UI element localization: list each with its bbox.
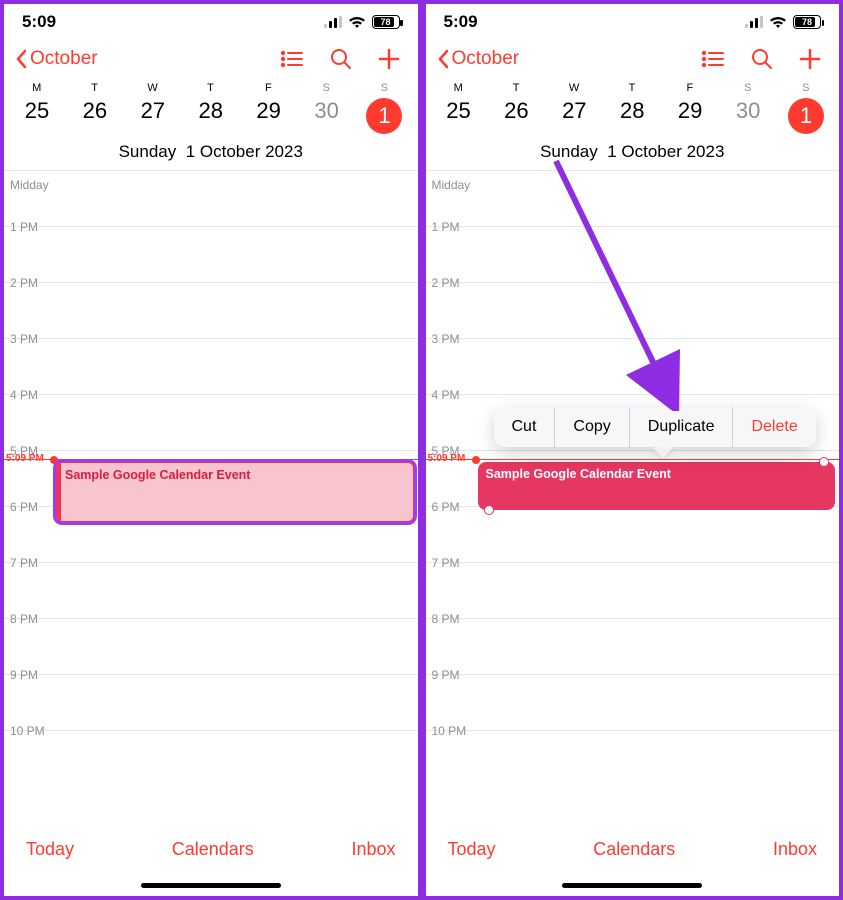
hour-label: 2 PM: [432, 276, 460, 290]
hour-label: 1 PM: [10, 220, 38, 234]
nav-bar: October: [426, 34, 840, 78]
day-col-thu[interactable]: T28: [603, 78, 661, 140]
status-right: 78: [324, 15, 400, 29]
day-col-fri[interactable]: F29: [661, 78, 719, 140]
calendars-button[interactable]: Calendars: [172, 839, 254, 860]
status-bar: 5:09 78: [426, 4, 840, 34]
chevron-left-icon: [14, 49, 28, 69]
chevron-left-icon: [436, 49, 450, 69]
calendar-event[interactable]: Sample Google Calendar Event: [56, 462, 414, 522]
day-col-mon[interactable]: M25: [8, 78, 66, 140]
search-icon[interactable]: [330, 48, 352, 70]
screenshot-left: 5:09 78 October: [0, 0, 422, 900]
status-right: 78: [745, 15, 821, 29]
day-col-sat[interactable]: S30: [719, 78, 777, 140]
hour-label: 7 PM: [10, 556, 38, 570]
list-icon[interactable]: [280, 50, 304, 68]
date-header: Sunday 1 October 2023: [426, 140, 840, 170]
hour-label: 9 PM: [10, 668, 38, 682]
resize-handle-bottom[interactable]: [484, 505, 494, 515]
hour-label: 7 PM: [432, 556, 460, 570]
wifi-icon: [769, 15, 787, 29]
back-label: October: [452, 48, 520, 70]
day-timeline[interactable]: Midday 1 PM 2 PM 3 PM 4 PM 5 PM 6 PM 7 P…: [426, 170, 840, 758]
hour-label: 10 PM: [432, 724, 467, 738]
hour-label: 9 PM: [432, 668, 460, 682]
day-col-sun[interactable]: S1: [777, 78, 835, 140]
day-col-sat[interactable]: S30: [298, 78, 356, 140]
day-col-wed[interactable]: W27: [545, 78, 603, 140]
battery-icon: 78: [793, 15, 821, 29]
back-label: October: [30, 48, 98, 70]
day-col-wed[interactable]: W27: [124, 78, 182, 140]
hour-label: 1 PM: [432, 220, 460, 234]
hour-label: 8 PM: [432, 612, 460, 626]
hour-label: 3 PM: [432, 332, 460, 346]
now-indicator: 5:09 PM: [426, 459, 840, 460]
list-icon[interactable]: [701, 50, 725, 68]
back-button[interactable]: October: [14, 48, 98, 70]
day-col-fri[interactable]: F29: [240, 78, 298, 140]
week-header: M25 T26 W27 T28 F29 S30 S1: [4, 78, 418, 140]
day-col-tue[interactable]: T26: [487, 78, 545, 140]
menu-copy[interactable]: Copy: [555, 407, 629, 447]
menu-duplicate[interactable]: Duplicate: [630, 407, 734, 447]
nav-bar: October: [4, 34, 418, 78]
day-timeline[interactable]: Midday 1 PM 2 PM 3 PM 4 PM 5 PM 6 PM 7 P…: [4, 170, 418, 758]
today-button[interactable]: Today: [26, 839, 74, 860]
inbox-button[interactable]: Inbox: [773, 839, 817, 860]
screenshot-right: 5:09 78 October: [422, 0, 843, 900]
cellular-icon: [324, 16, 342, 28]
week-header: M25 T26 W27 T28 F29 S30 S1: [426, 78, 840, 140]
hour-label: Midday: [432, 178, 471, 192]
now-indicator: 5:09 PM: [4, 459, 418, 460]
add-icon[interactable]: [378, 48, 400, 70]
hour-label: 10 PM: [10, 724, 45, 738]
calendar-event-selected[interactable]: Sample Google Calendar Event: [478, 462, 836, 510]
hour-label: Midday: [10, 178, 49, 192]
cellular-icon: [745, 16, 763, 28]
menu-cut[interactable]: Cut: [494, 407, 556, 447]
hour-label: 8 PM: [10, 612, 38, 626]
wifi-icon: [348, 15, 366, 29]
menu-delete[interactable]: Delete: [733, 407, 815, 447]
day-col-mon[interactable]: M25: [430, 78, 488, 140]
hour-label: 6 PM: [10, 500, 38, 514]
resize-handle-top[interactable]: [819, 457, 829, 467]
home-indicator[interactable]: [141, 883, 281, 888]
calendars-button[interactable]: Calendars: [593, 839, 675, 860]
inbox-button[interactable]: Inbox: [351, 839, 395, 860]
context-menu: Cut Copy Duplicate Delete: [494, 407, 816, 447]
day-col-thu[interactable]: T28: [182, 78, 240, 140]
date-header: Sunday 1 October 2023: [4, 140, 418, 170]
today-button[interactable]: Today: [448, 839, 496, 860]
hour-label: 4 PM: [10, 388, 38, 402]
search-icon[interactable]: [751, 48, 773, 70]
hour-label: 6 PM: [432, 500, 460, 514]
status-bar: 5:09 78: [4, 4, 418, 34]
add-icon[interactable]: [799, 48, 821, 70]
event-title: Sample Google Calendar Event: [486, 467, 671, 481]
event-title: Sample Google Calendar Event: [65, 468, 250, 482]
hour-label: 2 PM: [10, 276, 38, 290]
home-indicator[interactable]: [562, 883, 702, 888]
hour-label: 4 PM: [432, 388, 460, 402]
clock: 5:09: [22, 12, 56, 32]
hour-label: 3 PM: [10, 332, 38, 346]
battery-icon: 78: [372, 15, 400, 29]
clock: 5:09: [444, 12, 478, 32]
day-col-sun[interactable]: S1: [356, 78, 414, 140]
back-button[interactable]: October: [436, 48, 520, 70]
day-col-tue[interactable]: T26: [66, 78, 124, 140]
